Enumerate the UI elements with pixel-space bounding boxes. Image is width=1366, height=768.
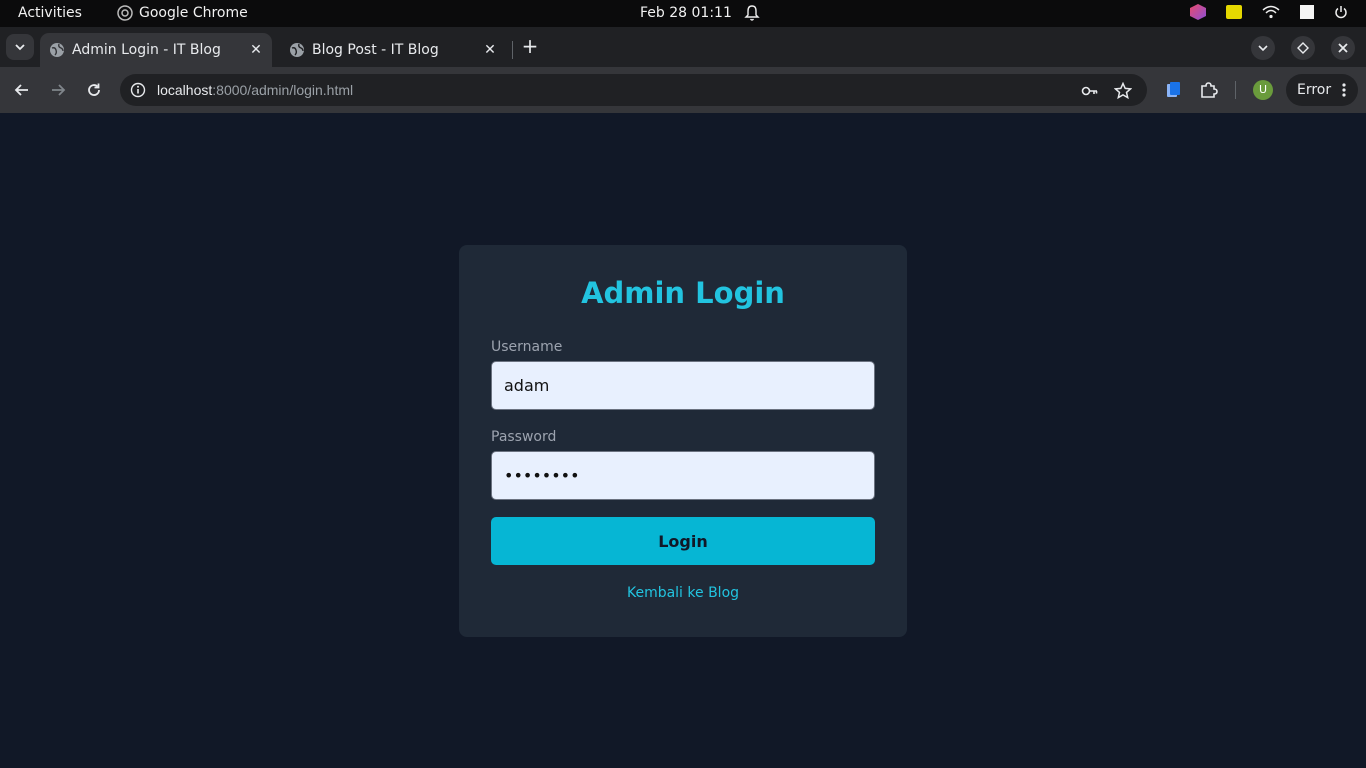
tab-title: Blog Post - IT Blog <box>312 42 439 58</box>
login-card: Admin Login Username Password Login Kemb… <box>459 245 907 637</box>
chevron-down-icon <box>15 44 25 51</box>
window-restore-button[interactable] <box>1291 36 1315 60</box>
address-bar[interactable]: localhost:8000/admin/login.html <box>120 74 1147 106</box>
password-label: Password <box>491 429 557 445</box>
star-icon[interactable] <box>1114 82 1132 100</box>
profile-error-button[interactable]: Error <box>1286 74 1358 106</box>
login-button[interactable]: Login <box>491 517 875 565</box>
activities-button[interactable]: Activities <box>18 5 82 21</box>
notes-icon[interactable] <box>1226 5 1242 19</box>
url-text[interactable]: localhost:8000/admin/login.html <box>157 82 353 98</box>
arrow-left-icon <box>14 84 28 96</box>
browser-toolbar: localhost:8000/admin/login.html U Error <box>0 67 1366 113</box>
new-tab-button[interactable]: + <box>519 35 541 57</box>
wifi-icon[interactable] <box>1262 5 1280 19</box>
system-top-bar: Activities Google Chrome Feb 28 01:11 <box>0 0 1366 27</box>
tab-strip: Admin Login - IT Blog ✕ Blog Post - IT B… <box>0 27 1366 67</box>
back-button[interactable] <box>10 78 34 102</box>
tab-list-button[interactable] <box>1251 36 1275 60</box>
close-tab-icon[interactable]: ✕ <box>478 42 502 58</box>
tab-divider <box>512 41 513 59</box>
username-input[interactable] <box>491 361 875 410</box>
url-host: localhost <box>157 82 213 98</box>
notification-bell-icon[interactable] <box>744 4 760 22</box>
tab-title: Admin Login - IT Blog <box>72 42 221 58</box>
back-to-blog-link[interactable]: Kembali ke Blog <box>459 585 907 601</box>
page-viewport: Admin Login Username Password Login Kemb… <box>0 113 1366 768</box>
globe-icon <box>50 43 64 57</box>
close-icon <box>1338 43 1348 53</box>
clock[interactable]: Feb 28 01:11 <box>640 5 732 21</box>
chevron-down-icon <box>1258 45 1268 52</box>
page-title: Admin Login <box>581 276 785 310</box>
url-path: :8000/admin/login.html <box>212 82 354 98</box>
power-icon[interactable] <box>1334 5 1348 19</box>
tab-search-button[interactable] <box>6 34 34 60</box>
chrome-icon <box>117 5 133 21</box>
key-icon[interactable] <box>1081 82 1099 100</box>
app-name: Google Chrome <box>139 5 248 21</box>
reload-icon <box>88 83 100 96</box>
toolbar-divider <box>1235 81 1236 99</box>
username-label: Username <box>491 339 563 355</box>
tab-admin-login[interactable]: Admin Login - IT Blog ✕ <box>40 33 272 67</box>
password-input[interactable] <box>491 451 875 500</box>
document-extension-icon[interactable] <box>1163 80 1183 100</box>
close-tab-icon[interactable]: ✕ <box>244 42 268 58</box>
diamond-icon <box>1297 42 1309 54</box>
app-indicator-icon[interactable] <box>1190 4 1206 20</box>
window-indicator-icon[interactable] <box>1300 5 1314 19</box>
app-menu[interactable]: Google Chrome <box>117 5 248 21</box>
info-icon[interactable] <box>130 82 146 98</box>
tab-blog-post[interactable]: Blog Post - IT Blog ✕ <box>280 33 506 67</box>
forward-button[interactable] <box>46 78 70 102</box>
system-tray[interactable] <box>1190 4 1348 20</box>
window-close-button[interactable] <box>1331 36 1355 60</box>
menu-dots-icon <box>1342 83 1346 97</box>
arrow-right-icon <box>52 84 66 96</box>
profile-avatar[interactable]: U <box>1253 80 1273 100</box>
extensions-puzzle-icon[interactable] <box>1199 80 1219 100</box>
reload-button[interactable] <box>82 78 106 102</box>
profile-status-label: Error <box>1297 82 1332 98</box>
globe-icon <box>290 43 304 57</box>
